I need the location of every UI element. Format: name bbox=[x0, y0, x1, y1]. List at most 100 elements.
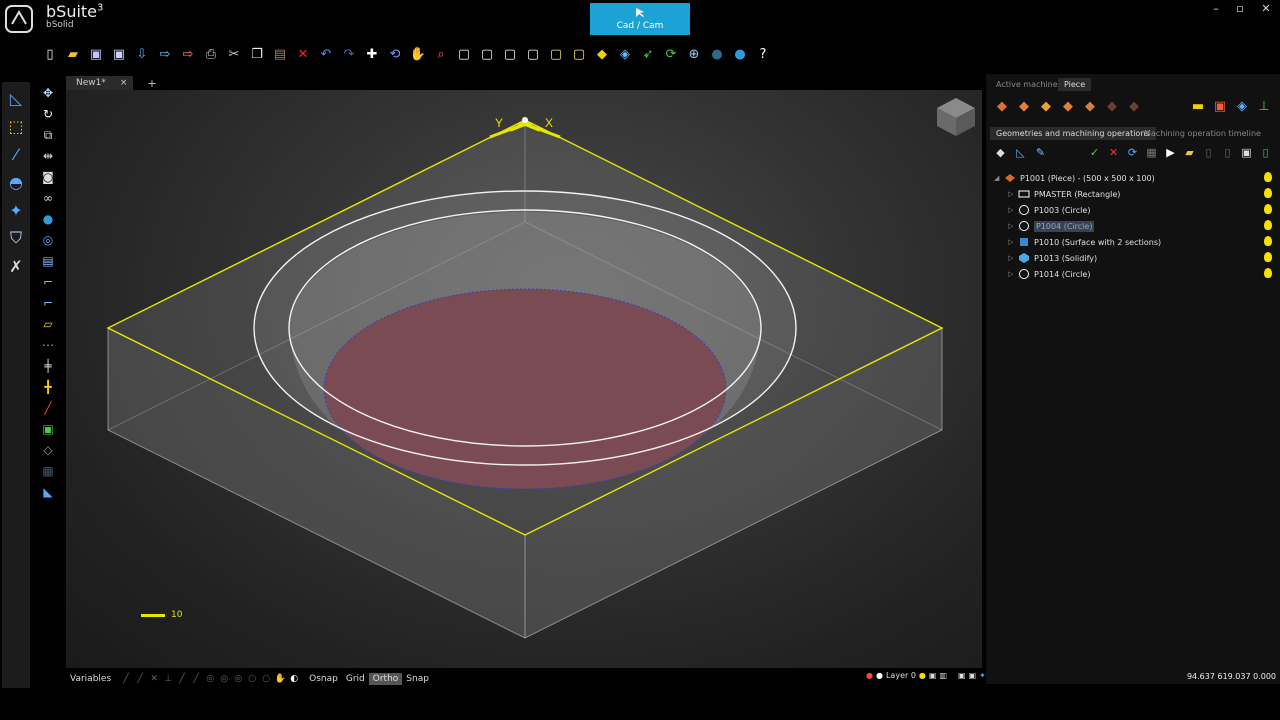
doc-green-icon[interactable]: ▯ bbox=[1257, 144, 1274, 161]
render-mode2-icon[interactable]: ▣ bbox=[969, 671, 977, 680]
tab-piece[interactable]: Piece bbox=[1058, 78, 1092, 91]
grid-view-icon[interactable]: ▦ bbox=[1143, 144, 1160, 161]
settings-tools-icon[interactable]: ✗ bbox=[4, 254, 28, 278]
tree-item[interactable]: ▷ PMASTER (Rectangle) bbox=[994, 186, 1278, 202]
view-iso-icon[interactable]: ◆ bbox=[592, 44, 612, 64]
check-icon[interactable]: ✓ bbox=[1086, 144, 1103, 161]
cad-cam-mode-button[interactable]: Cad / Cam bbox=[590, 3, 690, 35]
pen-icon[interactable]: ✎ bbox=[1032, 144, 1049, 161]
view-cube[interactable] bbox=[937, 98, 975, 136]
collapsed-arrow-icon[interactable]: ▷ bbox=[1008, 238, 1018, 246]
chamfer-icon[interactable]: ⌐ bbox=[38, 293, 58, 313]
visibility-bulb-icon[interactable] bbox=[1264, 268, 1272, 278]
cut-icon[interactable]: ✂ bbox=[224, 44, 244, 64]
tree-item[interactable]: ▷ P1013 (Solidify) bbox=[994, 250, 1278, 266]
redo-icon[interactable]: ↷ bbox=[339, 44, 359, 64]
save-as-icon[interactable]: ▣ bbox=[109, 44, 129, 64]
snap-tangent-icon[interactable]: ╱ bbox=[176, 673, 188, 685]
fillet-icon[interactable]: ⌐ bbox=[38, 272, 58, 292]
pocket-bottom-face[interactable] bbox=[323, 288, 727, 490]
snap-center-icon[interactable]: ◎ bbox=[204, 673, 216, 685]
snap-node-icon[interactable]: ◎ bbox=[232, 673, 244, 685]
mirror-icon[interactable]: ⇹ bbox=[38, 146, 58, 166]
piece-image-icon[interactable]: ▣ bbox=[1210, 96, 1230, 116]
visibility-bulb-icon[interactable] bbox=[1264, 220, 1272, 230]
paste-icon[interactable]: ▤ bbox=[270, 44, 290, 64]
view-left-icon[interactable]: ▢ bbox=[500, 44, 520, 64]
play-icon[interactable]: ▶ bbox=[1162, 144, 1179, 161]
layer-hatch-icon[interactable]: ▥ bbox=[939, 671, 947, 680]
tree-item[interactable]: ▷ P1003 (Circle) bbox=[994, 202, 1278, 218]
grid-toggle[interactable]: Grid bbox=[342, 673, 369, 685]
piece-copy-icon[interactable]: ◆ bbox=[1080, 96, 1100, 116]
piece-edit-icon[interactable]: ◆ bbox=[1058, 96, 1078, 116]
save-icon[interactable]: ▣ bbox=[86, 44, 106, 64]
render-mode-icon[interactable]: ▣ bbox=[958, 671, 966, 680]
spiral-icon[interactable]: ◎ bbox=[38, 230, 58, 250]
tree-item[interactable]: ◢ P1001 (Piece) - (500 x 500 x 100) bbox=[994, 170, 1278, 186]
help-icon[interactable]: ? bbox=[753, 44, 773, 64]
link-icon[interactable]: ∞ bbox=[38, 188, 58, 208]
piece-icon[interactable]: ◆ bbox=[992, 96, 1012, 116]
snap-midpoint-icon[interactable]: ╱ bbox=[134, 673, 146, 685]
print-icon[interactable]: ⎙ bbox=[201, 44, 221, 64]
drawing-tools-icon[interactable]: ◺ bbox=[4, 86, 28, 110]
globe-wire-icon[interactable]: ⊕ bbox=[684, 44, 704, 64]
edit-nodes-icon[interactable]: ⬚ bbox=[4, 114, 28, 138]
visibility-bulb-icon[interactable] bbox=[1264, 172, 1272, 182]
snap-magnet-icon[interactable]: ◐ bbox=[288, 673, 300, 685]
select-icon[interactable]: ✚ bbox=[362, 44, 382, 64]
array-icon[interactable]: ⋯ bbox=[38, 335, 58, 355]
pin-tool-icon[interactable]: ✦ bbox=[4, 198, 28, 222]
shaded-sphere-icon[interactable]: ● bbox=[707, 44, 727, 64]
refresh-icon[interactable]: ⟳ bbox=[661, 44, 681, 64]
save-ops-icon[interactable]: ▣ bbox=[1238, 144, 1255, 161]
piece-disabled-icon[interactable]: ◆ bbox=[1102, 96, 1122, 116]
view-bottom-icon[interactable]: ▢ bbox=[569, 44, 589, 64]
maximize-button[interactable]: ▫ bbox=[1228, 2, 1252, 16]
tree-item[interactable]: ▷ P1014 (Circle) bbox=[994, 266, 1278, 282]
3d-viewport[interactable]: Y X 10 bbox=[66, 90, 982, 668]
move-icon[interactable]: ✥ bbox=[38, 83, 58, 103]
offset-icon[interactable]: ◙ bbox=[38, 167, 58, 187]
tab-new1[interactable]: New1* × bbox=[66, 76, 134, 90]
visibility-bulb-icon[interactable] bbox=[1264, 252, 1272, 262]
tree-item[interactable]: ▷ P1010 (Surface with 2 sections) bbox=[994, 234, 1278, 250]
collapsed-arrow-icon[interactable]: ▷ bbox=[1008, 190, 1018, 198]
snap-grab-icon[interactable]: ✋ bbox=[274, 673, 286, 685]
variables-button[interactable]: Variables bbox=[66, 673, 115, 685]
doc-dim2-icon[interactable]: ▯ bbox=[1219, 144, 1236, 161]
image-icon[interactable]: ▣ bbox=[38, 419, 58, 439]
snap-toggle[interactable]: Snap bbox=[402, 673, 433, 685]
layer-bulb-icon[interactable]: ● bbox=[919, 671, 926, 680]
visibility-bulb-icon[interactable] bbox=[1264, 188, 1272, 198]
text-box-icon[interactable]: ▤ bbox=[38, 251, 58, 271]
ortho-toggle[interactable]: Ortho bbox=[368, 673, 403, 685]
collapsed-arrow-icon[interactable]: ▷ bbox=[1008, 206, 1018, 214]
visibility-bulb-icon[interactable] bbox=[1264, 204, 1272, 214]
add-geometry-icon[interactable]: ◺ bbox=[1012, 144, 1029, 161]
view-3d-icon[interactable]: ◈ bbox=[615, 44, 635, 64]
pan-icon[interactable]: ✋ bbox=[408, 44, 428, 64]
expanded-arrow-icon[interactable]: ◢ bbox=[994, 174, 1004, 182]
layer-label[interactable]: Layer 0 bbox=[886, 671, 916, 680]
view-right-icon[interactable]: ▢ bbox=[523, 44, 543, 64]
layers-dim-icon[interactable]: ▦ bbox=[38, 461, 58, 481]
new-file-icon[interactable]: ▯ bbox=[40, 44, 60, 64]
piece-add-icon[interactable]: ◆ bbox=[1014, 96, 1034, 116]
view-back-icon[interactable]: ▢ bbox=[546, 44, 566, 64]
paint-bucket-icon[interactable]: ◣ bbox=[38, 482, 58, 502]
render-sphere-icon[interactable]: ● bbox=[730, 44, 750, 64]
view-top-icon[interactable]: ▢ bbox=[477, 44, 497, 64]
close-button[interactable]: ✕ bbox=[1254, 2, 1278, 16]
piece-move-icon[interactable]: ◆ bbox=[1036, 96, 1056, 116]
collapsed-arrow-icon[interactable]: ▷ bbox=[1008, 222, 1018, 230]
contour-icon[interactable]: ▱ bbox=[38, 314, 58, 334]
snap-perpendicular-icon[interactable]: ⊥ bbox=[162, 673, 174, 685]
scene-canvas[interactable]: Y X bbox=[66, 90, 982, 668]
snap-circle-icon[interactable]: ○ bbox=[246, 673, 258, 685]
export-ops-icon[interactable]: ▰ bbox=[1181, 144, 1198, 161]
scale-icon[interactable]: ⧉ bbox=[38, 125, 58, 145]
measure-tool-icon[interactable]: ⁄ bbox=[4, 142, 28, 166]
align-icon[interactable]: ╪ bbox=[38, 356, 58, 376]
